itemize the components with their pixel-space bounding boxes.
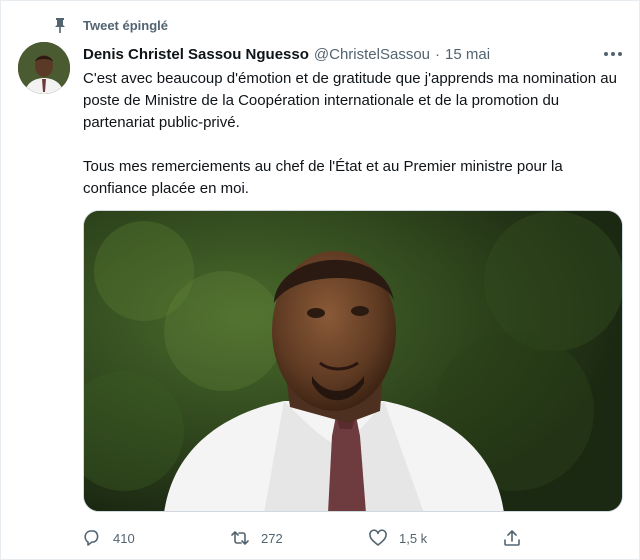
reply-button[interactable]: 410: [83, 527, 135, 549]
share-icon: [504, 530, 520, 546]
separator-dot: ·: [435, 45, 441, 63]
tweet-paragraph: C'est avec beaucoup d'émotion et de grat…: [83, 70, 617, 131]
tweet-header: Denis Christel Sassou Nguesso @ChristelS…: [83, 44, 490, 64]
tweet-text: C'est avec beaucoup d'émotion et de grat…: [83, 68, 618, 200]
tweet-paragraph: Tous mes remerciements au chef de l'État…: [83, 158, 563, 197]
reply-count: 410: [113, 530, 135, 546]
retweet-count: 272: [261, 530, 283, 546]
tweet-photo[interactable]: [83, 210, 623, 512]
avatar[interactable]: [18, 42, 70, 94]
pinned-label: Tweet épinglé: [83, 17, 168, 33]
more-icon[interactable]: [601, 47, 625, 61]
retweet-icon: [231, 531, 249, 545]
pinned-indicator: Tweet épinglé: [53, 15, 168, 35]
retweet-button[interactable]: 272: [231, 527, 283, 549]
share-button[interactable]: [503, 527, 521, 549]
pin-icon: [55, 18, 65, 33]
author-handle[interactable]: @ChristelSassou: [314, 46, 430, 63]
reply-icon: [84, 530, 99, 546]
like-button[interactable]: 1,5 k: [369, 527, 427, 549]
author-name[interactable]: Denis Christel Sassou Nguesso: [83, 46, 309, 63]
heart-icon: [369, 529, 387, 546]
tweet-date[interactable]: 15 mai: [445, 46, 490, 63]
like-count: 1,5 k: [399, 530, 428, 546]
tweet-actions: 410 272 1,5 k: [83, 527, 533, 549]
tweet-card[interactable]: Tweet épinglé Denis Christel Sassou Ngue…: [0, 0, 640, 560]
